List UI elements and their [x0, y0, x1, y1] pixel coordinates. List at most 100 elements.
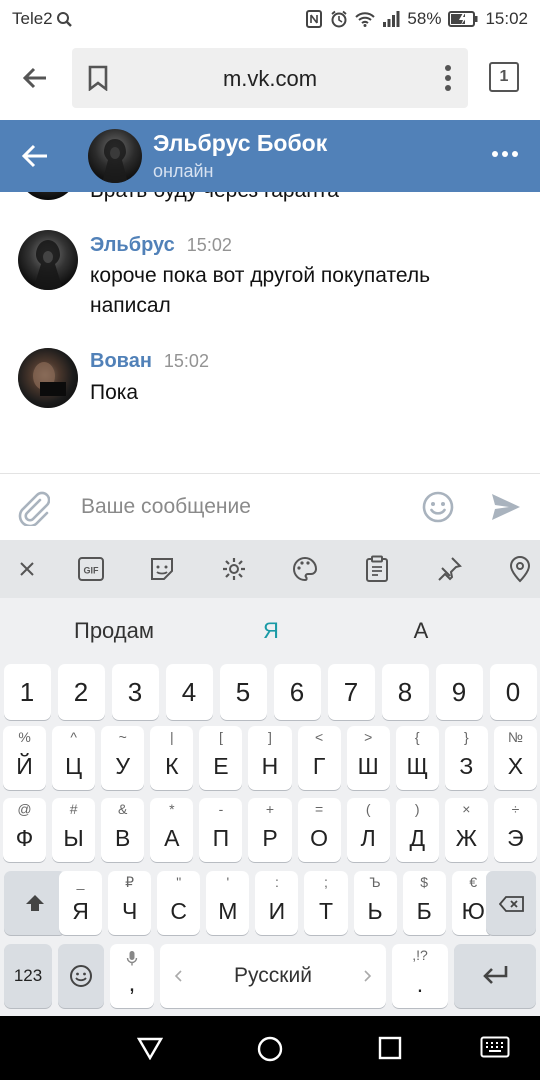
- comma-key[interactable]: ,: [110, 944, 154, 1008]
- letter-key[interactable]: | К: [150, 726, 194, 790]
- message-avatar[interactable]: [18, 230, 78, 290]
- gif-icon[interactable]: GIF: [76, 554, 106, 584]
- letter-key[interactable]: = О: [297, 798, 341, 862]
- contact-name[interactable]: Эльбрус Бобок: [153, 130, 327, 157]
- kebab-menu-icon[interactable]: [444, 64, 452, 92]
- contact-avatar[interactable]: [88, 129, 142, 183]
- letter-key[interactable]: ^ Ц: [52, 726, 96, 790]
- letter-key[interactable]: ' М: [206, 871, 250, 935]
- key-7[interactable]: 7: [327, 664, 375, 720]
- key-5[interactable]: 5: [219, 664, 267, 720]
- letter-key[interactable]: _ Я: [59, 871, 103, 935]
- emoji-icon[interactable]: [422, 491, 454, 523]
- more-options-icon[interactable]: [492, 151, 518, 157]
- letter-key[interactable]: × Ж: [444, 798, 488, 862]
- key-3[interactable]: 3: [111, 664, 159, 720]
- letter-key[interactable]: * А: [150, 798, 194, 862]
- pin-icon[interactable]: [434, 554, 464, 584]
- key-label: Ч: [121, 898, 138, 924]
- settings-icon[interactable]: [219, 554, 249, 584]
- letter-key[interactable]: :И: [255, 871, 299, 935]
- theme-palette-icon[interactable]: [290, 554, 320, 584]
- space-key[interactable]: Русский: [160, 944, 386, 1008]
- chat-back-icon[interactable]: [20, 142, 50, 170]
- author-name[interactable]: Вован: [90, 350, 152, 372]
- key-alt-label: =: [314, 801, 324, 817]
- message-avatar[interactable]: [18, 192, 78, 200]
- sticker-icon[interactable]: [147, 554, 177, 584]
- close-icon[interactable]: [12, 554, 42, 584]
- backspace-key[interactable]: [486, 871, 536, 935]
- letter-key[interactable]: + Р: [248, 798, 292, 862]
- letter-key[interactable]: > Ш: [346, 726, 390, 790]
- letter-key[interactable]: } З: [444, 726, 488, 790]
- letter-key[interactable]: ÷ Э: [493, 798, 537, 862]
- clipboard-icon[interactable]: [362, 554, 392, 584]
- message-list[interactable]: Брать буду через гаранта Эльбрус 15:02 ко…: [0, 192, 540, 472]
- keyboard-switch-icon[interactable]: [480, 1036, 510, 1065]
- browser-back-icon[interactable]: [18, 60, 54, 96]
- letter-key[interactable]: & В: [101, 798, 145, 862]
- nav-home-icon[interactable]: [257, 1036, 283, 1067]
- browser-toolbar: m.vk.com 1: [0, 38, 540, 120]
- key-alt-label: &: [118, 801, 128, 817]
- letter-key[interactable]: ~ У: [101, 726, 145, 790]
- key-label: Л: [360, 825, 376, 851]
- key-2[interactable]: 2: [57, 664, 105, 720]
- keyboard-toolbar: GIF: [0, 540, 540, 598]
- key-label: Т: [318, 898, 334, 924]
- key-0[interactable]: 0: [489, 664, 537, 720]
- mic-icon: [126, 951, 138, 966]
- key-label: Р: [262, 825, 278, 851]
- key-label: Ж: [455, 825, 477, 851]
- message-time: 15:02: [186, 235, 232, 255]
- key-alt-label: +: [265, 801, 275, 817]
- letter-key[interactable]: [Е: [199, 726, 243, 790]
- letter-key[interactable]: % Й: [3, 726, 47, 790]
- letter-key[interactable]: ЪЬ: [353, 871, 397, 935]
- author-name[interactable]: Эльбрус: [90, 234, 175, 256]
- key-alt-label: ': [226, 874, 230, 890]
- letter-key[interactable]: ) Д: [395, 798, 439, 862]
- key-6[interactable]: 6: [273, 664, 321, 720]
- send-icon[interactable]: [490, 492, 522, 522]
- letter-key[interactable]: $ Б: [402, 871, 446, 935]
- letter-key[interactable]: {Щ: [395, 726, 439, 790]
- message-avatar[interactable]: [18, 348, 78, 408]
- letter-key[interactable]: ₽ Ч: [108, 871, 152, 935]
- letter-key[interactable]: № Х: [493, 726, 537, 790]
- letter-key[interactable]: # Ы: [52, 798, 96, 862]
- letter-key[interactable]: " С: [157, 871, 201, 935]
- nav-recents-icon[interactable]: [378, 1036, 402, 1065]
- emoji-key[interactable]: [58, 944, 104, 1008]
- key-9[interactable]: 9: [435, 664, 483, 720]
- key-8[interactable]: 8: [381, 664, 429, 720]
- key-label: 7: [343, 677, 359, 707]
- letter-key[interactable]: @ Ф: [3, 798, 47, 862]
- letter-key[interactable]: < Г: [297, 726, 341, 790]
- symbols-key[interactable]: 123: [4, 944, 52, 1008]
- key-4[interactable]: 4: [165, 664, 213, 720]
- attach-icon[interactable]: [16, 490, 50, 526]
- key-alt-label: $: [420, 874, 429, 890]
- address-bar[interactable]: m.vk.com: [72, 48, 468, 108]
- message-author[interactable]: Вован 15:02: [90, 350, 209, 373]
- contact-status: онлайн: [153, 161, 214, 181]
- key-label: 2: [73, 677, 89, 707]
- letter-key[interactable]: ; Т: [304, 871, 348, 935]
- tab-switcher-button[interactable]: 1: [489, 62, 519, 92]
- period-key[interactable]: ,!?.: [392, 944, 448, 1008]
- message-input[interactable]: Ваше сообщение: [81, 495, 251, 519]
- suggestion-item[interactable]: А: [331, 618, 511, 644]
- suggestion-item[interactable]: Продам: [24, 618, 204, 644]
- letter-key[interactable]: ] Н: [248, 726, 292, 790]
- location-icon[interactable]: [505, 554, 535, 584]
- key-1[interactable]: 1: [3, 664, 51, 720]
- url-text[interactable]: m.vk.com: [72, 66, 468, 92]
- shift-key[interactable]: [4, 871, 66, 935]
- nav-back-icon[interactable]: [136, 1036, 164, 1065]
- letter-key[interactable]: (Л: [346, 798, 390, 862]
- message-author[interactable]: Эльбрус 15:02: [90, 234, 232, 257]
- letter-key[interactable]: -П: [199, 798, 243, 862]
- enter-key[interactable]: [454, 944, 536, 1008]
